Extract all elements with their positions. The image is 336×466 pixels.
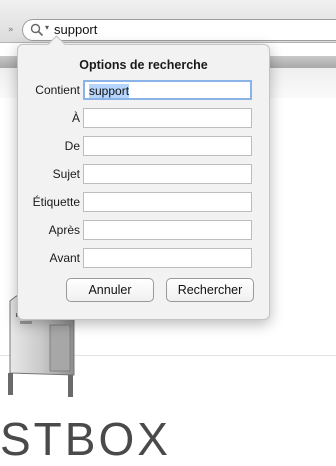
popover-title: Options de recherche: [79, 58, 208, 72]
before-field[interactable]: [83, 248, 252, 268]
cancel-button[interactable]: Annuler: [66, 278, 154, 302]
search-query: support: [54, 22, 98, 37]
search-button[interactable]: Rechercher: [166, 278, 254, 302]
field-label-contains: Contient: [35, 83, 80, 97]
label-field[interactable]: [83, 192, 252, 212]
to-field[interactable]: [83, 108, 252, 128]
toolbar: » ▾ support: [0, 0, 336, 43]
contains-field[interactable]: support: [83, 80, 252, 100]
field-row-contains: Contient support: [18, 80, 269, 100]
brand-wordmark: STBOX: [0, 413, 171, 465]
field-row-to: À: [18, 108, 269, 128]
search-input[interactable]: ▾ support: [22, 19, 336, 41]
field-label-label: Étiquette: [32, 195, 80, 209]
after-field[interactable]: [83, 220, 252, 240]
field-row-label: Étiquette: [18, 192, 269, 212]
field-label-subject: Sujet: [52, 167, 80, 181]
field-row-before: Avant: [18, 248, 269, 268]
contains-value: support: [89, 84, 130, 98]
field-row-subject: Sujet: [18, 164, 269, 184]
field-label-after: Après: [48, 223, 80, 237]
field-label-before: Avant: [49, 251, 80, 265]
search-options-popover: Options de recherche Contient support À …: [17, 35, 270, 320]
chevron-down-icon[interactable]: ▾: [45, 23, 49, 32]
toolbar-overflow-icon[interactable]: »: [8, 25, 14, 35]
from-field[interactable]: [83, 136, 252, 156]
field-row-after: Après: [18, 220, 269, 240]
field-row-from: De: [18, 136, 269, 156]
search-icon[interactable]: [30, 23, 44, 37]
subject-field[interactable]: [83, 164, 252, 184]
field-label-from: De: [64, 139, 80, 153]
field-label-to: À: [71, 111, 80, 125]
